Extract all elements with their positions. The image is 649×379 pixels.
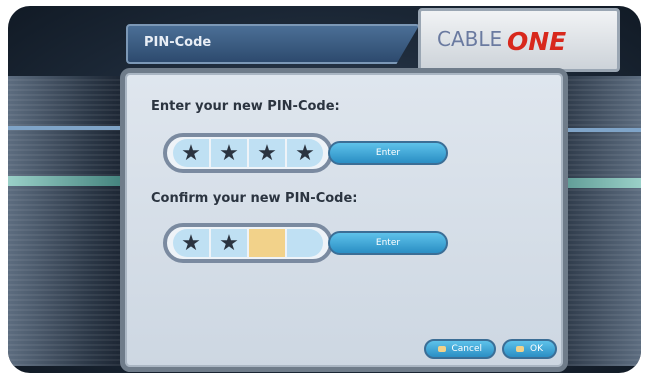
pin-dialog: Enter your new PIN-Code: ★ ★ ★ ★ Enter C…	[120, 68, 568, 372]
new-pin-input[interactable]: ★ ★ ★ ★	[163, 133, 333, 173]
remote-key-icon	[437, 346, 446, 352]
cancel-button[interactable]: Cancel	[423, 339, 496, 359]
new-pin-prompt: Enter your new PIN-Code:	[151, 99, 340, 114]
confirm-pin-input[interactable]: ★ ★	[163, 223, 333, 263]
pin-digit-cell[interactable]: ★	[173, 229, 209, 257]
title-bar: PIN-Code	[126, 24, 420, 64]
pin-digit-cell[interactable]: ★	[211, 229, 247, 257]
cable-one-logo: CABLE ONE	[418, 8, 620, 72]
pin-digit-cell-active[interactable]	[249, 229, 285, 257]
decor-stripe	[8, 126, 128, 130]
enter-button[interactable]: Enter	[328, 231, 448, 255]
enter-button[interactable]: Enter	[328, 141, 448, 165]
pin-digit-cell[interactable]: ★	[173, 139, 209, 167]
left-decor-panel	[8, 76, 128, 366]
pin-digit-cell[interactable]: ★	[249, 139, 285, 167]
enter-label: Enter	[375, 148, 401, 158]
page-title: PIN-Code	[144, 35, 212, 50]
enter-label: Enter	[375, 238, 401, 248]
decor-stripe	[8, 176, 128, 186]
pin-digit-cell[interactable]: ★	[287, 139, 323, 167]
footer-actions: Cancel OK	[423, 339, 557, 359]
ok-button[interactable]: OK	[502, 339, 557, 359]
ok-label: OK	[530, 344, 543, 354]
tv-screen: PIN-Code CABLE ONE Enter your new PIN-Co…	[8, 6, 641, 373]
pin-digit-cell[interactable]: ★	[211, 139, 247, 167]
remote-key-icon	[516, 346, 524, 352]
logo-cable-text: CABLE	[437, 27, 503, 51]
confirm-pin-prompt: Confirm your new PIN-Code:	[151, 191, 358, 206]
cancel-label: Cancel	[451, 344, 483, 354]
logo-one-text: ONE	[507, 27, 567, 56]
pin-digit-cell[interactable]	[287, 229, 323, 257]
